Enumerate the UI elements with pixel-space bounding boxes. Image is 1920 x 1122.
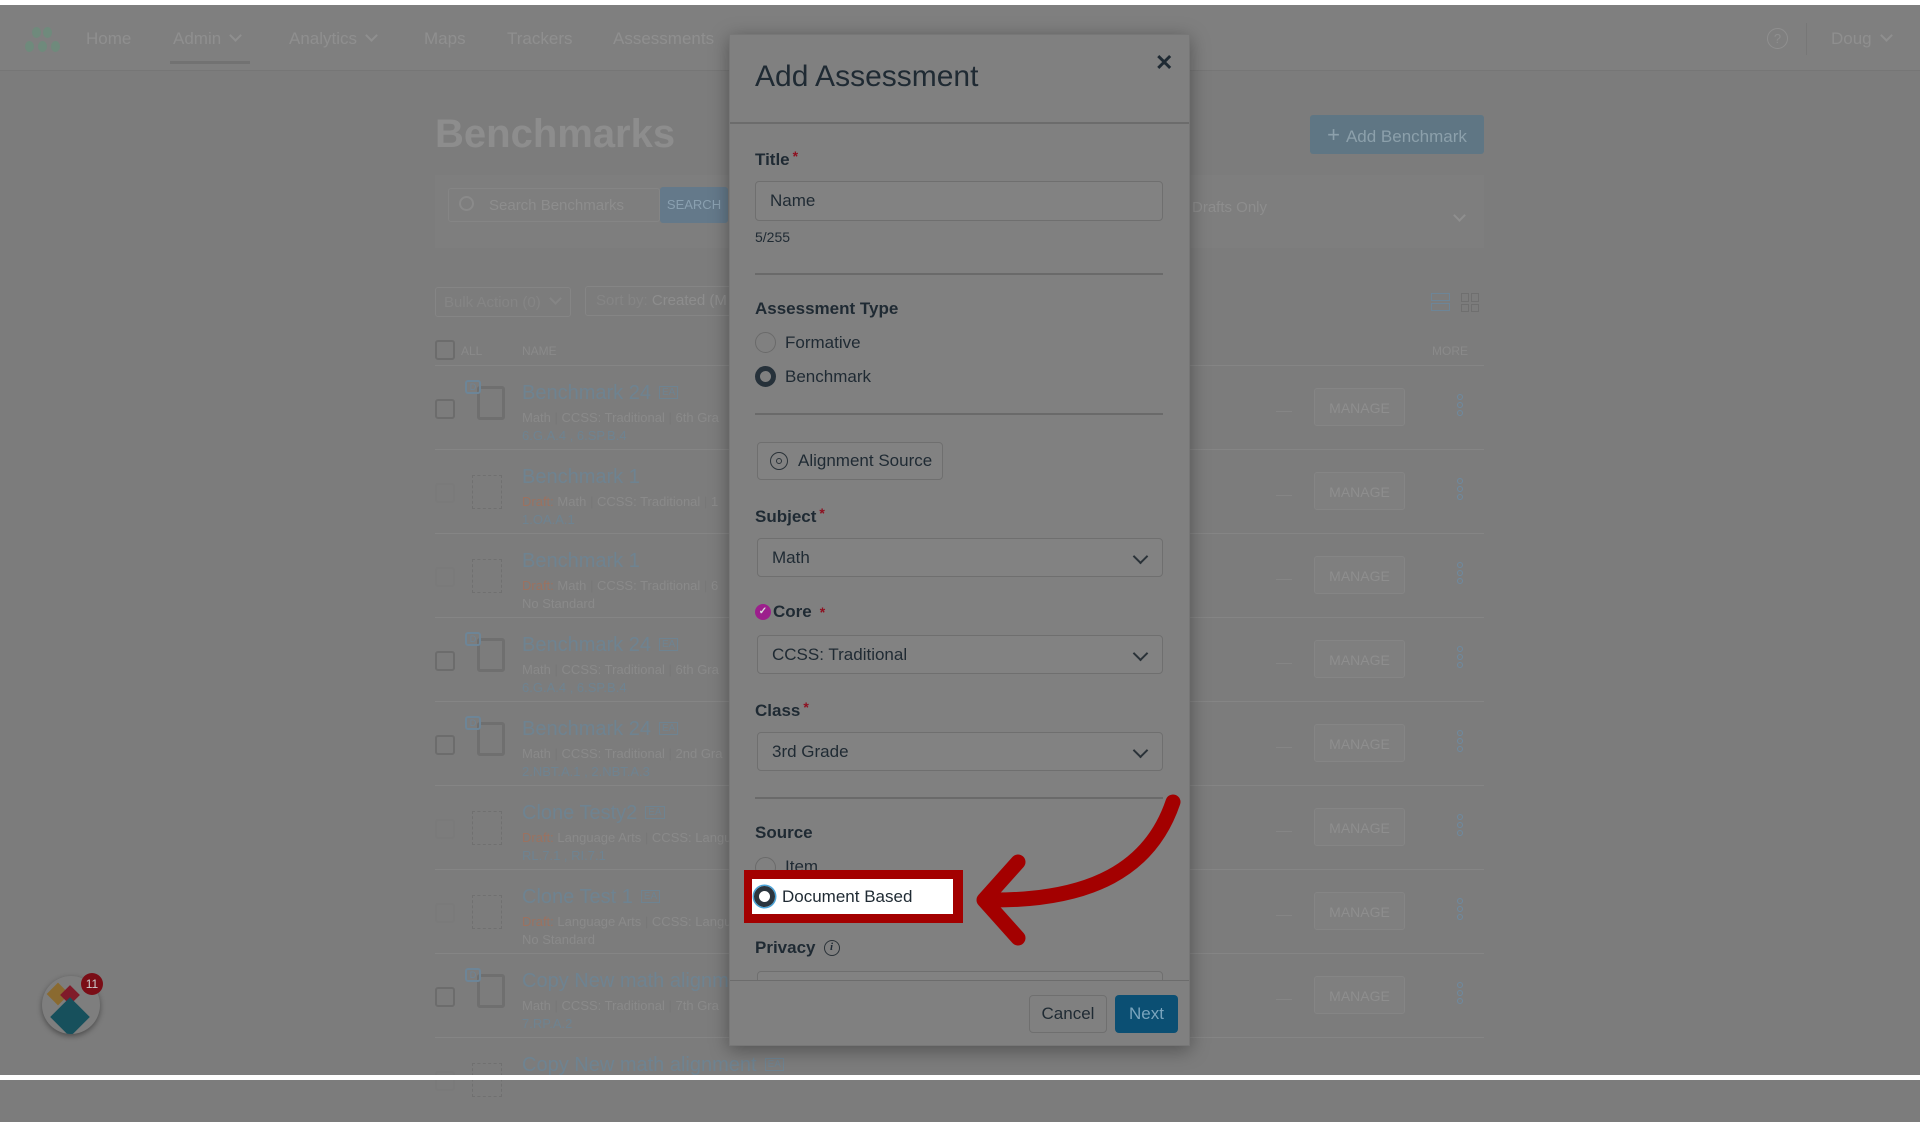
annotation-arrow [976, 794, 1181, 946]
bottom-strip [0, 1075, 1920, 1080]
arrow-curve [987, 794, 1181, 908]
